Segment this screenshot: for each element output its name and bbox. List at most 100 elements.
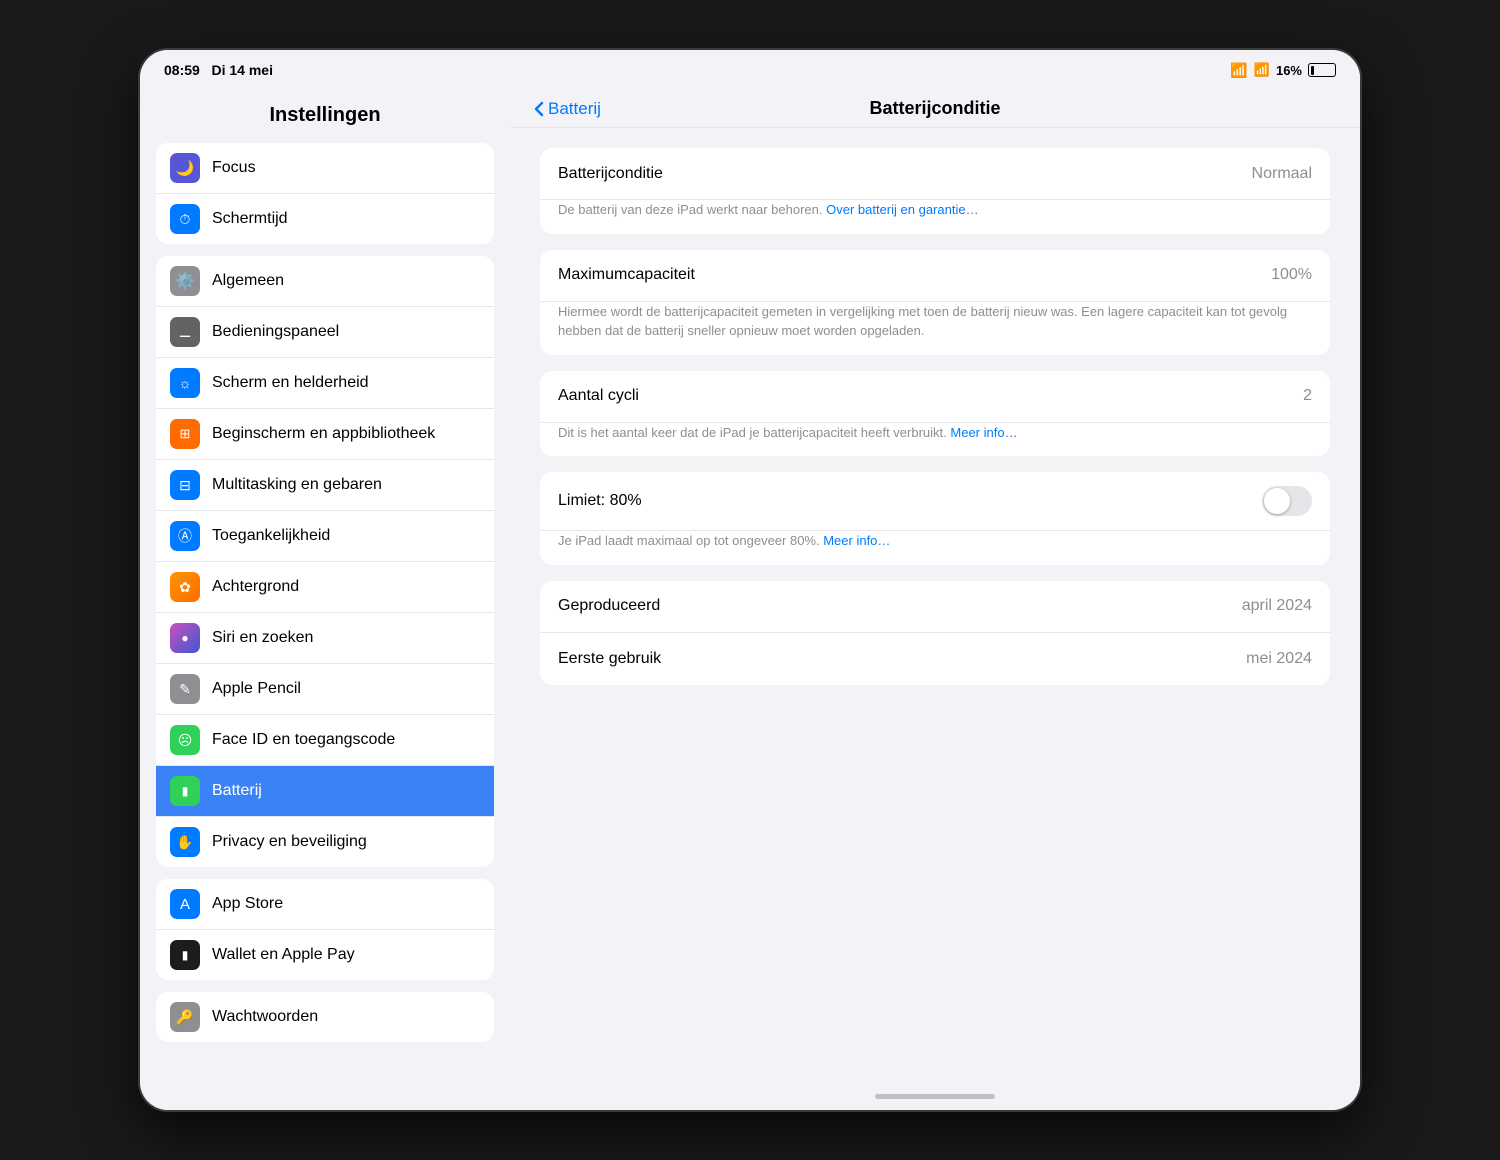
card-group-capacity: Maximumcapaciteit 100% Hiermee wordt de … — [540, 250, 1330, 355]
card-row-eerste-gebruik: Eerste gebruik mei 2024 — [540, 633, 1330, 685]
sidebar-item-wallpaper[interactable]: ✿ Achtergrond — [156, 562, 494, 613]
battery-percent: 16% — [1276, 63, 1302, 78]
wallet-icon: ▮ — [170, 940, 200, 970]
sidebar-item-focus[interactable]: 🌙 Focus — [156, 143, 494, 194]
card-row-capacity: Maximumcapaciteit 100% — [540, 250, 1330, 302]
detail-header: Batterij Batterijconditie — [510, 86, 1360, 128]
battery-icon — [1308, 63, 1336, 77]
limiet-description: Je iPad laadt maximaal op tot ongeveer 8… — [540, 531, 1330, 565]
status-time: 08:59 — [164, 62, 200, 78]
geproduceerd-label: Geproduceerd — [558, 597, 660, 615]
back-button[interactable]: Batterij — [534, 99, 601, 119]
home-bar — [875, 1094, 995, 1099]
status-time-date: 08:59 Di 14 mei — [164, 62, 273, 78]
sidebar-label-appstore: App Store — [212, 895, 283, 913]
sidebar-label-wallpaper: Achtergrond — [212, 578, 299, 596]
accessibility-icon: Ⓐ — [170, 521, 200, 551]
sidebar-item-privacy[interactable]: ✋ Privacy en beveiliging — [156, 817, 494, 867]
sidebar-label-faceid: Face ID en toegangscode — [212, 731, 395, 749]
cycles-description: Dit is het aantal keer dat de iPad je ba… — [540, 423, 1330, 457]
sidebar-label-general: Algemeen — [212, 272, 284, 290]
screentime-icon: ⏱ — [170, 204, 200, 234]
sidebar-label-pencil: Apple Pencil — [212, 680, 301, 698]
sidebar-item-homescreen[interactable]: ⊞ Beginscherm en appbibliotheek — [156, 409, 494, 460]
sidebar-label-multitask: Multitasking en gebaren — [212, 476, 382, 494]
sidebar-label-accessibility: Toegankelijkheid — [212, 527, 330, 545]
cycles-more-link[interactable]: Meer info… — [950, 425, 1017, 440]
passwords-icon: 🔑 — [170, 1002, 200, 1032]
limiet-label: Limiet: 80% — [558, 492, 642, 510]
sidebar-label-wallet: Wallet en Apple Pay — [212, 946, 355, 964]
sidebar-label-battery: Batterij — [212, 782, 262, 800]
card-group-cycles: Aantal cycli 2 Dit is het aantal keer da… — [540, 371, 1330, 457]
capacity-description: Hiermee wordt de batterijcapaciteit geme… — [540, 302, 1330, 355]
sidebar-item-control[interactable]: ⚊ Bedieningspaneel — [156, 307, 494, 358]
sidebar-item-siri[interactable]: ● Siri en zoeken — [156, 613, 494, 664]
sidebar-group-2: ⚙️ Algemeen ⚊ Bedieningspaneel ☼ Scherm … — [156, 256, 494, 867]
detail-panel: Batterij Batterijconditie Batterijcondit… — [510, 86, 1360, 1110]
sidebar-label-display: Scherm en helderheid — [212, 374, 369, 392]
limiet-toggle[interactable] — [1262, 486, 1312, 516]
card-group-dates: Geproduceerd april 2024 Eerste gebruik m… — [540, 581, 1330, 685]
status-bar: 08:59 Di 14 mei 📶 📶 16% — [140, 50, 1360, 86]
sidebar-label-homescreen: Beginscherm en appbibliotheek — [212, 425, 435, 443]
sidebar-item-wallet[interactable]: ▮ Wallet en Apple Pay — [156, 930, 494, 980]
sidebar-item-battery[interactable]: ▮ Batterij — [156, 766, 494, 817]
capacity-value: 100% — [1271, 266, 1312, 284]
multitask-icon: ⊟ — [170, 470, 200, 500]
card-row-cycles: Aantal cycli 2 — [540, 371, 1330, 423]
sidebar-item-screentime[interactable]: ⏱ Schermtijd — [156, 194, 494, 244]
wallpaper-icon: ✿ — [170, 572, 200, 602]
signal-icon: 📶 — [1254, 62, 1270, 78]
sidebar-label-privacy: Privacy en beveiliging — [212, 833, 367, 851]
pencil-icon: ✎ — [170, 674, 200, 704]
status-date: Di 14 mei — [211, 62, 272, 78]
sidebar-item-display[interactable]: ☼ Scherm en helderheid — [156, 358, 494, 409]
sidebar-group-4: 🔑 Wachtwoorden — [156, 992, 494, 1042]
card-row-limiet: Limiet: 80% — [540, 472, 1330, 531]
battery-guarantee-link[interactable]: Over batterij en garantie… — [826, 202, 978, 217]
control-icon: ⚊ — [170, 317, 200, 347]
eerste-gebruik-label: Eerste gebruik — [558, 650, 661, 668]
sidebar-label-screentime: Schermtijd — [212, 210, 288, 228]
geproduceerd-value: april 2024 — [1242, 597, 1312, 615]
capacity-label: Maximumcapaciteit — [558, 266, 695, 284]
sidebar-item-general[interactable]: ⚙️ Algemeen — [156, 256, 494, 307]
card-group-limiet: Limiet: 80% Je iPad laadt maximaal op to… — [540, 472, 1330, 565]
sidebar-label-focus: Focus — [212, 159, 256, 177]
eerste-gebruik-value: mei 2024 — [1246, 650, 1312, 668]
batterijconditie-description: De batterij van deze iPad werkt naar beh… — [540, 200, 1330, 234]
sidebar-item-multitask[interactable]: ⊟ Multitasking en gebaren — [156, 460, 494, 511]
sidebar-item-accessibility[interactable]: Ⓐ Toegankelijkheid — [156, 511, 494, 562]
batterijconditie-label: Batterijconditie — [558, 165, 663, 183]
sidebar-label-control: Bedieningspaneel — [212, 323, 339, 341]
status-icons: 📶 📶 16% — [1230, 62, 1336, 79]
card-row-batterijconditie: Batterijconditie Normaal — [540, 148, 1330, 200]
sidebar-label-siri: Siri en zoeken — [212, 629, 313, 647]
home-indicator — [510, 1082, 1360, 1110]
battery-sidebar-icon: ▮ — [170, 776, 200, 806]
sidebar-item-passwords[interactable]: 🔑 Wachtwoorden — [156, 992, 494, 1042]
card-row-geproduceerd: Geproduceerd april 2024 — [540, 581, 1330, 633]
limiet-more-link[interactable]: Meer info… — [823, 533, 890, 548]
batterijconditie-value: Normaal — [1252, 165, 1312, 183]
sidebar-item-faceid[interactable]: ☹ Face ID en toegangscode — [156, 715, 494, 766]
appstore-icon: A — [170, 889, 200, 919]
display-icon: ☼ — [170, 368, 200, 398]
privacy-icon: ✋ — [170, 827, 200, 857]
homescreen-icon: ⊞ — [170, 419, 200, 449]
focus-icon: 🌙 — [170, 153, 200, 183]
detail-title: Batterijconditie — [534, 98, 1336, 119]
main-content: Instellingen 🌙 Focus ⏱ Schermtijd ⚙️ — [140, 86, 1360, 1110]
card-group-condition: Batterijconditie Normaal De batterij van… — [540, 148, 1330, 234]
cycles-label: Aantal cycli — [558, 387, 639, 405]
sidebar-title: Instellingen — [156, 94, 494, 143]
back-label: Batterij — [548, 99, 601, 119]
siri-icon: ● — [170, 623, 200, 653]
sidebar-item-appstore[interactable]: A App Store — [156, 879, 494, 930]
cycles-value: 2 — [1303, 387, 1312, 405]
back-chevron-icon — [534, 101, 544, 117]
sidebar-item-pencil[interactable]: ✎ Apple Pencil — [156, 664, 494, 715]
sidebar-group-1: 🌙 Focus ⏱ Schermtijd — [156, 143, 494, 244]
sidebar: Instellingen 🌙 Focus ⏱ Schermtijd ⚙️ — [140, 86, 510, 1110]
